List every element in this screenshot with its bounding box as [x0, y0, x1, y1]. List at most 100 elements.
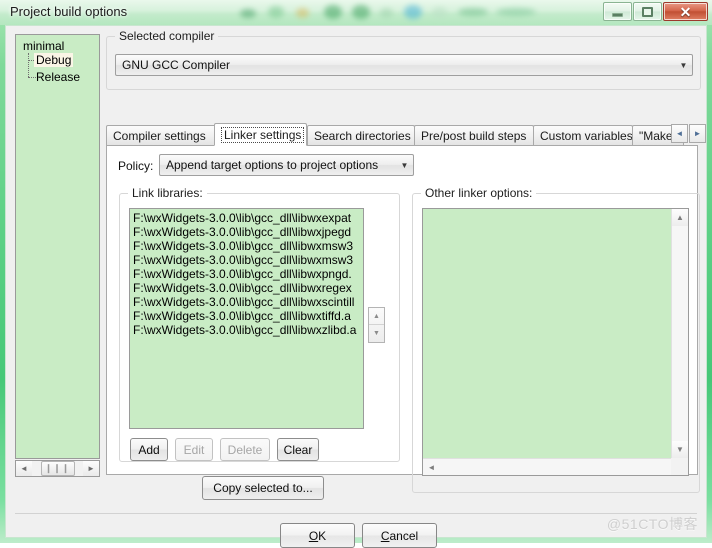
linker-settings-page: Policy: Append target options to project… [106, 145, 700, 500]
tab-custom-variables[interactable]: Custom variables [533, 125, 633, 145]
scroll-left-arrow[interactable]: ◄ [423, 459, 440, 475]
main-content: Selected compiler GNU GCC Compiler ▼ Com… [106, 29, 706, 529]
clear-button[interactable]: Clear [277, 438, 319, 461]
scroll-up-arrow[interactable]: ▲ [672, 209, 688, 226]
tree-item-root[interactable]: minimal [23, 39, 64, 53]
other-linker-options-label: Other linker options: [421, 186, 537, 200]
link-libraries-listbox[interactable]: F:\wxWidgets-3.0.0\lib\gcc_dll\libwxexpa… [129, 208, 364, 429]
build-targets-tree[interactable]: minimal Debug Release [15, 34, 100, 459]
selected-compiler-group: Selected compiler GNU GCC Compiler ▼ [106, 29, 701, 90]
other-linker-options-vertical-scrollbar[interactable]: ▲ ▼ [671, 209, 688, 458]
ok-button[interactable]: OK [280, 523, 355, 548]
minimize-icon [612, 13, 623, 17]
list-item[interactable]: F:\wxWidgets-3.0.0\lib\gcc_dll\libwxrege… [130, 281, 363, 295]
dialog-window: Project build options ✕ minimal Debug Re… [0, 0, 712, 548]
aero-blur-blob [380, 8, 393, 18]
aero-blur-blob [240, 9, 256, 18]
tab-pre-post-build-steps[interactable]: Pre/post build steps [414, 125, 534, 145]
scroll-down-arrow[interactable]: ▼ [672, 441, 688, 458]
aero-blur-blob [496, 8, 536, 16]
link-libraries-reorder-buttons[interactable]: ▲ ▼ [368, 307, 385, 343]
tree-scroll-right-arrow[interactable]: ► [83, 461, 99, 476]
footer-separator [15, 513, 697, 514]
policy-combobox[interactable]: Append target options to project options… [159, 154, 414, 176]
clear-button-label: Clear [283, 442, 313, 457]
other-linker-options-horizontal-scrollbar[interactable]: ◄ ► [423, 458, 688, 475]
tree-scroll-left-arrow[interactable]: ◄ [16, 461, 32, 476]
tabstrip-scroll-left[interactable]: ◄ [671, 124, 688, 143]
aero-blur-blob [432, 7, 447, 18]
list-item[interactable]: F:\wxWidgets-3.0.0\lib\gcc_dll\libwxscin… [130, 295, 363, 309]
tree-horizontal-scrollbar[interactable]: ◄ ❙❙❙ ► [15, 460, 100, 477]
chevron-down-icon[interactable]: ▼ [675, 61, 692, 70]
edit-button[interactable]: Edit [175, 438, 213, 461]
tree-connector-line [28, 53, 29, 77]
ok-rest: K [318, 528, 327, 543]
list-item[interactable]: F:\wxWidgets-3.0.0\lib\gcc_dll\libwxpngd… [130, 267, 363, 281]
copy-selected-to-button[interactable]: Copy selected to... [202, 476, 324, 500]
selected-compiler-label: Selected compiler [115, 29, 219, 43]
link-libraries-items: F:\wxWidgets-3.0.0\lib\gcc_dll\libwxexpa… [130, 209, 363, 337]
other-linker-options-value[interactable] [423, 209, 671, 458]
list-item[interactable]: F:\wxWidgets-3.0.0\lib\gcc_dll\libwxtiff… [130, 309, 363, 323]
aero-blur-blob [404, 5, 422, 19]
list-item[interactable]: F:\wxWidgets-3.0.0\lib\gcc_dll\libwxexpa… [130, 211, 363, 225]
title-bar: Project build options ✕ [0, 0, 712, 25]
add-button-label: Add [138, 442, 160, 457]
list-item[interactable]: F:\wxWidgets-3.0.0\lib\gcc_dll\libwxmsw3 [130, 253, 363, 267]
tree-item-debug[interactable]: Debug [34, 53, 74, 67]
tree-item-debug-label: Debug [34, 53, 74, 67]
close-icon: ✕ [679, 3, 692, 20]
dialog-client-area: minimal Debug Release ◄ ❙❙❙ ► Selected c… [5, 25, 707, 548]
policy-label: Policy: [118, 159, 154, 173]
cancel-button[interactable]: Cancel [362, 523, 437, 548]
maximize-icon [642, 6, 653, 17]
tabstrip-scroll-right[interactable]: ► [689, 124, 706, 143]
tree-item-release[interactable]: Release [34, 70, 82, 84]
caret-left-icon: ◄ [675, 129, 684, 138]
add-button[interactable]: Add [130, 438, 168, 461]
tree-item-release-label: Release [36, 70, 81, 84]
scrollbar-corner [671, 458, 688, 475]
list-item[interactable]: F:\wxWidgets-3.0.0\lib\gcc_dll\libwxzlib… [130, 323, 363, 337]
list-item[interactable]: F:\wxWidgets-3.0.0\lib\gcc_dll\libwxjpeg… [130, 225, 363, 239]
delete-button[interactable]: Delete [220, 438, 270, 461]
edit-button-label: Edit [183, 442, 205, 457]
list-item[interactable]: F:\wxWidgets-3.0.0\lib\gcc_dll\libwxmsw3 [130, 239, 363, 253]
chevron-down-icon[interactable]: ▼ [396, 161, 413, 170]
watermark: @51CTO博客 [606, 516, 698, 532]
settings-tabstrip: Compiler settings Linker settings Search… [106, 123, 710, 146]
other-linker-options-group: Other linker options: ▲ ▼ ◄ ► [412, 186, 700, 493]
close-button[interactable]: ✕ [663, 2, 708, 21]
window-title: Project build options [10, 4, 128, 19]
delete-button-label: Delete [227, 442, 263, 457]
caret-right-icon: ► [693, 129, 702, 138]
link-libraries-group: Link libraries: F:\wxWidgets-3.0.0\lib\g… [119, 186, 400, 462]
compiler-combobox-value: GNU GCC Compiler [122, 58, 231, 72]
tab-search-directories[interactable]: Search directories [307, 125, 415, 145]
cancel-button-label: Cancel [381, 529, 418, 543]
ok-mnemonic: O [308, 528, 319, 543]
aero-blur-blob [296, 8, 309, 18]
tab-custom-variables-label: Custom variables [540, 128, 633, 143]
tab-pre-post-build-steps-label: Pre/post build steps [421, 128, 527, 143]
tree-scroll-thumb[interactable]: ❙❙❙ [40, 461, 75, 476]
move-up-button[interactable]: ▲ [369, 308, 384, 325]
tab-compiler-settings[interactable]: Compiler settings [106, 125, 216, 145]
aero-blur-blob [352, 5, 370, 19]
move-down-button[interactable]: ▼ [369, 325, 384, 342]
maximize-button[interactable] [633, 2, 662, 21]
compiler-combobox[interactable]: GNU GCC Compiler ▼ [115, 54, 693, 76]
aero-blur-blob [324, 5, 342, 19]
tree-scroll-track[interactable]: ❙❙❙ [32, 461, 83, 476]
ok-button-label: OK [309, 529, 326, 543]
window-controls: ✕ [602, 2, 708, 21]
other-linker-options-textarea[interactable]: ▲ ▼ ◄ ► [422, 208, 689, 476]
policy-combobox-value: Append target options to project options [166, 158, 379, 172]
minimize-button[interactable] [603, 2, 632, 21]
cancel-rest: ancel [389, 528, 419, 543]
tab-linker-settings-label: Linker settings [221, 126, 305, 143]
link-libraries-label: Link libraries: [128, 186, 207, 200]
tab-linker-settings[interactable]: Linker settings [214, 123, 307, 146]
aero-blur-blob [268, 6, 284, 18]
